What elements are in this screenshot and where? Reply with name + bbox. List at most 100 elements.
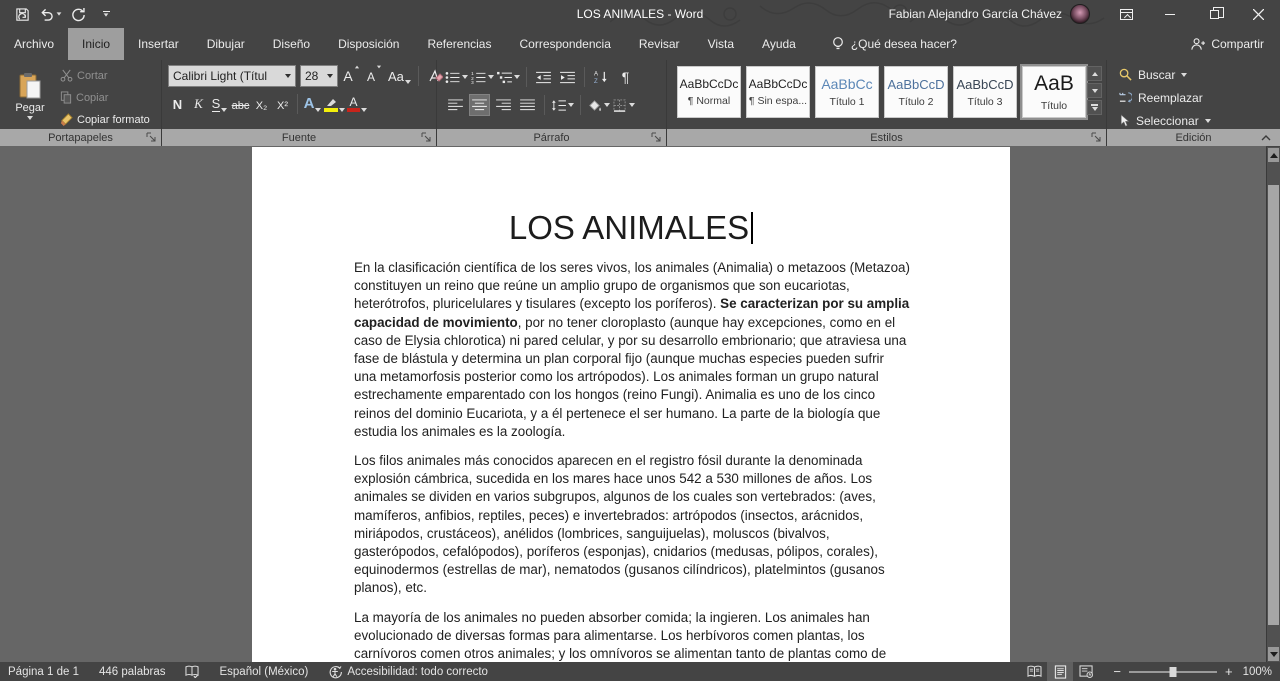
styles-scroll-down-button[interactable]	[1087, 83, 1102, 98]
multilevel-list-button[interactable]	[497, 66, 520, 88]
tab-disposicion[interactable]: Disposición	[324, 28, 413, 60]
zoom-slider[interactable]	[1129, 671, 1217, 673]
bold-button[interactable]: N	[168, 93, 187, 115]
style-chip-titulo-1[interactable]: AaBbCcTítulo 1	[815, 66, 879, 118]
user-avatar[interactable]	[1070, 4, 1090, 24]
align-right-button[interactable]	[493, 94, 514, 116]
replace-label: Reemplazar	[1138, 91, 1203, 105]
find-caret	[1181, 73, 1187, 77]
language-indicator[interactable]: Español (México)	[219, 666, 308, 678]
user-name[interactable]: Fabian Alejandro García Chávez	[889, 7, 1062, 21]
highlight-color-button[interactable]	[324, 93, 345, 115]
subscript-button[interactable]: X₂	[252, 93, 271, 115]
paragraph-1[interactable]: En la clasificación científica de los se…	[354, 259, 910, 441]
replace-button[interactable]: Reemplazar	[1119, 88, 1211, 107]
show-marks-button[interactable]: ¶	[615, 66, 636, 88]
tab-referencias[interactable]: Referencias	[413, 28, 505, 60]
font-size-combo[interactable]: 28	[300, 65, 338, 87]
styles-dialog-launcher[interactable]	[1091, 132, 1102, 143]
paragraph-2[interactable]: Los filos animales más conocidos aparece…	[354, 452, 910, 598]
tab-insertar[interactable]: Insertar	[124, 28, 193, 60]
grow-font-button[interactable]: A	[342, 65, 361, 87]
italic-button[interactable]: K	[189, 93, 208, 115]
align-center-button[interactable]	[469, 94, 490, 116]
select-button[interactable]: Seleccionar	[1119, 111, 1211, 130]
sort-icon: AZ	[594, 70, 609, 84]
paragraph-dialog-launcher[interactable]	[651, 132, 662, 143]
undo-button[interactable]	[38, 2, 62, 26]
tab-correspondencia[interactable]: Correspondencia	[505, 28, 624, 60]
decrease-indent-button[interactable]	[533, 66, 554, 88]
font-dialog-launcher[interactable]	[421, 132, 432, 143]
style-chip-normal[interactable]: AaBbCcDc¶ Normal	[677, 66, 741, 118]
document-title[interactable]: LOS ANIMALES	[252, 209, 1010, 247]
align-center-icon	[472, 99, 487, 111]
zoom-in-button[interactable]: +	[1225, 664, 1233, 679]
format-painter-button[interactable]: Copiar formato	[58, 110, 152, 129]
vertical-scrollbar[interactable]	[1266, 147, 1280, 662]
justify-button[interactable]	[517, 94, 538, 116]
tab-archivo[interactable]: Archivo	[0, 28, 68, 60]
tab-vista[interactable]: Vista	[694, 28, 748, 60]
clipboard-dialog-launcher[interactable]	[146, 132, 157, 143]
tab-ayuda[interactable]: Ayuda	[748, 28, 810, 60]
font-color-button[interactable]: A	[347, 93, 367, 115]
document-body[interactable]: En la clasificación científica de los se…	[354, 259, 910, 663]
zoom-percentage[interactable]: 100%	[1243, 666, 1272, 678]
tell-me-box[interactable]: ¿Qué desea hacer?	[832, 28, 957, 60]
style-chip-titulo-3[interactable]: AaBbCcDTítulo 3	[953, 66, 1017, 118]
styles-more-button[interactable]	[1087, 100, 1102, 115]
borders-button[interactable]	[613, 94, 635, 116]
styles-scroll-up-button[interactable]	[1087, 66, 1102, 81]
word-count[interactable]: 446 palabras	[99, 666, 166, 678]
line-spacing-button[interactable]	[551, 94, 574, 116]
cut-button[interactable]: Cortar	[58, 66, 152, 85]
tab-inicio[interactable]: Inicio	[68, 28, 124, 60]
sort-button[interactable]: AZ	[591, 66, 612, 88]
ribbon-display-options-button[interactable]	[1104, 0, 1148, 28]
style-chip-titulo-2[interactable]: AaBbCcDTítulo 2	[884, 66, 948, 118]
scroll-down-button[interactable]	[1268, 647, 1279, 661]
customize-qat-button[interactable]	[94, 2, 118, 26]
restore-button[interactable]	[1192, 0, 1236, 28]
scrollbar-thumb[interactable]	[1268, 185, 1279, 625]
minimize-button[interactable]	[1148, 0, 1192, 28]
underline-button[interactable]: S	[210, 93, 229, 115]
font-name-combo[interactable]: Calibri Light (Títul	[168, 65, 296, 87]
redo-button[interactable]	[66, 2, 90, 26]
tab-revisar[interactable]: Revisar	[625, 28, 694, 60]
accessibility-status[interactable]: Accesibilidad: todo correcto	[328, 665, 488, 679]
copy-button[interactable]: Copiar	[58, 88, 152, 107]
print-layout-button[interactable]	[1047, 662, 1073, 681]
shading-button[interactable]	[587, 94, 610, 116]
superscript-button[interactable]: X²	[273, 93, 292, 115]
close-button[interactable]	[1236, 0, 1280, 28]
style-chip-sin-espa[interactable]: AaBbCcDc¶ Sin espa...	[746, 66, 810, 118]
share-button[interactable]: Compartir	[1190, 28, 1264, 60]
increase-indent-button[interactable]	[557, 66, 578, 88]
paste-button[interactable]: Pegar	[8, 64, 52, 128]
tab-diseno[interactable]: Diseño	[259, 28, 324, 60]
align-left-button[interactable]	[445, 94, 466, 116]
text-effects-button[interactable]: A	[303, 93, 322, 115]
scroll-up-button[interactable]	[1268, 148, 1279, 162]
proofing-status[interactable]	[185, 665, 199, 678]
style-chip-titulo[interactable]: AaBTítulo	[1022, 66, 1086, 118]
collapse-ribbon-button[interactable]	[1260, 133, 1272, 143]
tab-dibujar[interactable]: Dibujar	[193, 28, 259, 60]
find-button[interactable]: Buscar	[1119, 65, 1211, 84]
bullets-button[interactable]	[445, 66, 468, 88]
web-layout-button[interactable]	[1073, 662, 1099, 681]
read-mode-button[interactable]	[1021, 662, 1047, 681]
zoom-out-button[interactable]: −	[1113, 664, 1121, 679]
page-indicator[interactable]: Página 1 de 1	[8, 666, 79, 678]
save-button[interactable]	[10, 2, 34, 26]
change-case-button[interactable]: Aa	[388, 65, 411, 87]
borders-icon	[613, 99, 627, 112]
numbering-button[interactable]: 123	[471, 66, 494, 88]
shrink-font-button[interactable]: A	[365, 65, 384, 87]
strikethrough-button[interactable]: abc	[231, 93, 250, 115]
document-page[interactable]: LOS ANIMALES En la clasificación científ…	[252, 147, 1010, 663]
paragraph-3[interactable]: La mayoría de los animales no pueden abs…	[354, 609, 910, 663]
zoom-slider-thumb[interactable]	[1169, 667, 1176, 677]
